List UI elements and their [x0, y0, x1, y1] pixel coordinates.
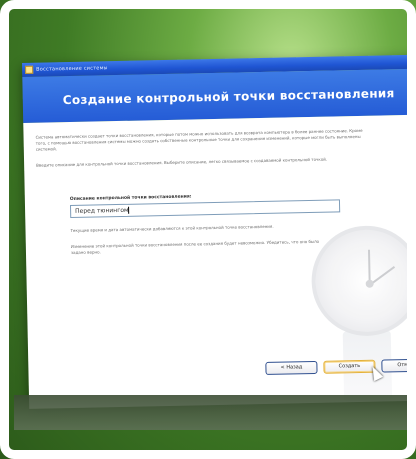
photo-frame	[0, 0, 416, 459]
desktop-background: Восстановление системы Создание контроль…	[0, 0, 416, 459]
